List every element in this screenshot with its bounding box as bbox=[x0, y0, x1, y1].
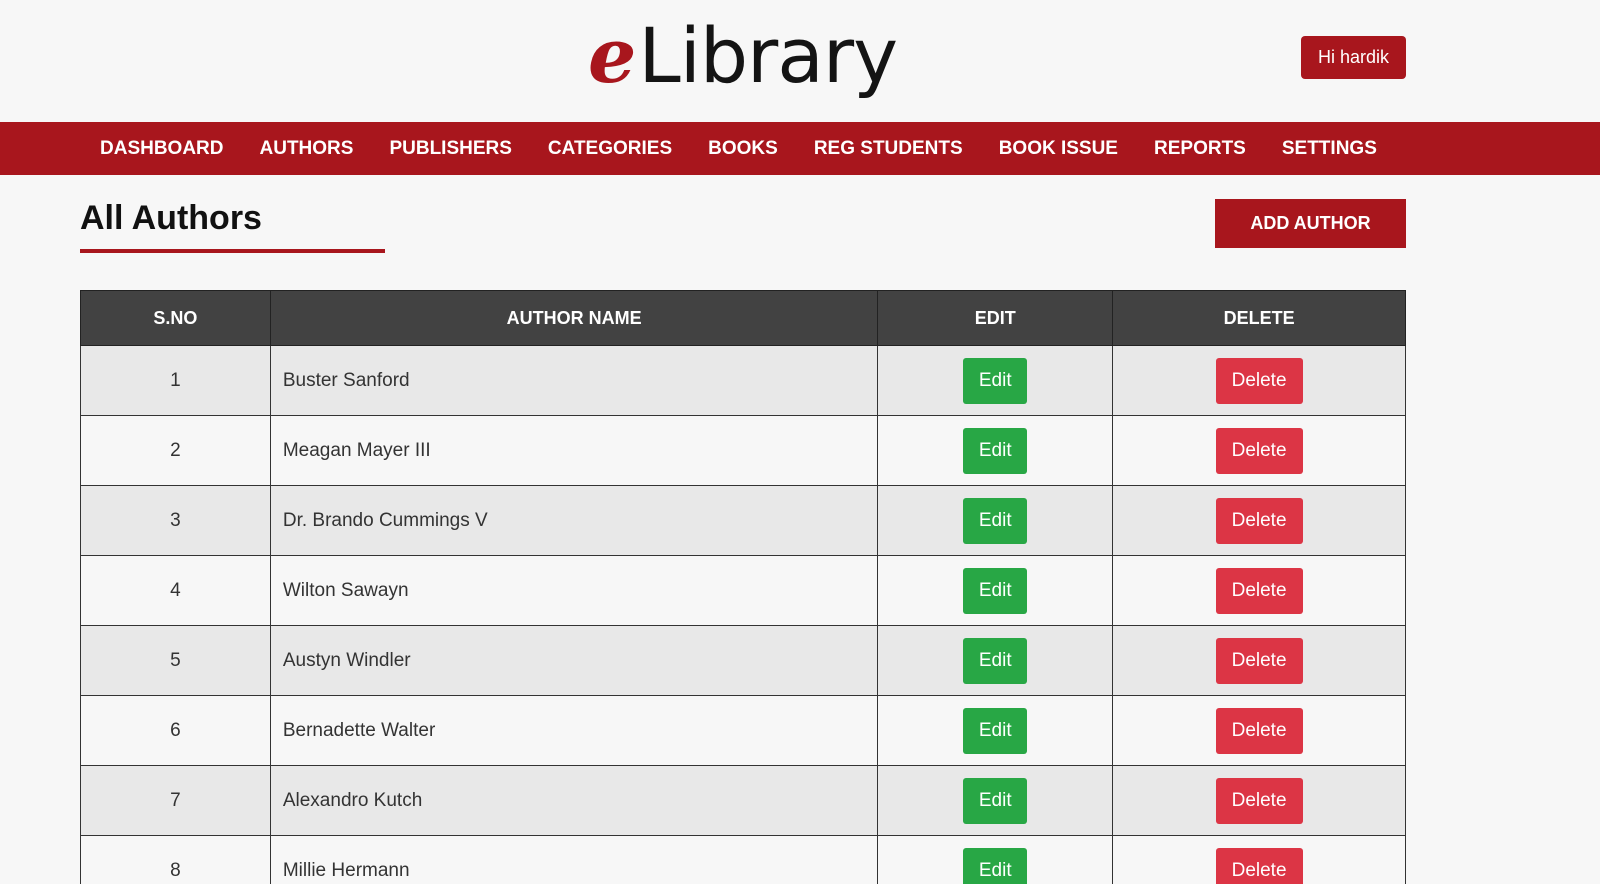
row-author-name: Dr. Brando Cummings V bbox=[269, 485, 879, 556]
edit-cell: Edit bbox=[877, 765, 1114, 836]
edit-cell: Edit bbox=[877, 345, 1114, 416]
row-sno: 1 bbox=[80, 345, 271, 416]
delete-button[interactable]: Delete bbox=[1215, 637, 1303, 684]
row-sno: 2 bbox=[80, 415, 271, 486]
row-author-name: Meagan Mayer III bbox=[269, 415, 879, 486]
table-row: 3 Dr. Brando Cummings V Edit Delete bbox=[80, 485, 1406, 556]
row-author-name: Wilton Sawayn bbox=[269, 555, 879, 626]
nav-item-book-issue[interactable]: BOOK ISSUE bbox=[981, 122, 1136, 175]
column-header-edit: EDIT bbox=[877, 290, 1114, 346]
delete-cell: Delete bbox=[1112, 415, 1406, 486]
row-sno: 8 bbox=[80, 835, 271, 884]
nav-item-dashboard[interactable]: DASHBOARD bbox=[82, 122, 242, 175]
edit-cell: Edit bbox=[877, 415, 1114, 486]
table-row: 7 Alexandro Kutch Edit Delete bbox=[80, 765, 1406, 836]
site-header: e Library Hi hardik bbox=[0, 0, 1600, 122]
nav-item-settings[interactable]: SETTINGS bbox=[1264, 122, 1395, 175]
delete-cell: Delete bbox=[1112, 695, 1406, 766]
main-content: All Authors ADD AUTHOR S.NO AUTHOR NAME … bbox=[0, 175, 1600, 884]
edit-button[interactable]: Edit bbox=[963, 777, 1028, 824]
table-header-row: S.NO AUTHOR NAME EDIT DELETE bbox=[80, 290, 1406, 346]
title-underline bbox=[80, 249, 385, 253]
table-row: 8 Millie Hermann Edit Delete bbox=[80, 835, 1406, 884]
column-header-delete: DELETE bbox=[1112, 290, 1406, 346]
row-author-name: Bernadette Walter bbox=[269, 695, 879, 766]
nav-item-reports[interactable]: REPORTS bbox=[1136, 122, 1264, 175]
row-author-name: Millie Hermann bbox=[269, 835, 879, 884]
edit-cell: Edit bbox=[877, 485, 1114, 556]
delete-cell: Delete bbox=[1112, 485, 1406, 556]
row-sno: 6 bbox=[80, 695, 271, 766]
column-header-sno: S.NO bbox=[80, 290, 271, 346]
user-menu-button[interactable]: Hi hardik bbox=[1301, 36, 1406, 79]
edit-button[interactable]: Edit bbox=[963, 707, 1028, 754]
delete-button[interactable]: Delete bbox=[1215, 707, 1303, 754]
authors-table: S.NO AUTHOR NAME EDIT DELETE 1 Buster Sa… bbox=[80, 290, 1406, 884]
row-sno: 7 bbox=[80, 765, 271, 836]
edit-button[interactable]: Edit bbox=[963, 637, 1028, 684]
elibrary-logo[interactable]: e Library bbox=[588, 6, 898, 106]
add-author-button[interactable]: ADD AUTHOR bbox=[1215, 199, 1406, 248]
row-sno: 4 bbox=[80, 555, 271, 626]
delete-button[interactable]: Delete bbox=[1215, 567, 1303, 614]
nav-item-authors[interactable]: AUTHORS bbox=[242, 122, 372, 175]
row-sno: 5 bbox=[80, 625, 271, 696]
edit-button[interactable]: Edit bbox=[963, 497, 1028, 544]
delete-cell: Delete bbox=[1112, 345, 1406, 416]
nav-item-books[interactable]: BOOKS bbox=[690, 122, 796, 175]
table-row: 5 Austyn Windler Edit Delete bbox=[80, 625, 1406, 696]
edit-button[interactable]: Edit bbox=[963, 847, 1028, 884]
delete-cell: Delete bbox=[1112, 835, 1406, 884]
logo-text: Library bbox=[638, 11, 898, 100]
delete-button[interactable]: Delete bbox=[1215, 357, 1303, 404]
delete-button[interactable]: Delete bbox=[1215, 427, 1303, 474]
delete-button[interactable]: Delete bbox=[1215, 847, 1303, 884]
row-sno: 3 bbox=[80, 485, 271, 556]
table-row: 1 Buster Sanford Edit Delete bbox=[80, 345, 1406, 416]
nav-item-publishers[interactable]: PUBLISHERS bbox=[371, 122, 529, 175]
row-author-name: Alexandro Kutch bbox=[269, 765, 879, 836]
edit-button[interactable]: Edit bbox=[963, 357, 1028, 404]
delete-button[interactable]: Delete bbox=[1215, 777, 1303, 824]
delete-cell: Delete bbox=[1112, 625, 1406, 696]
edit-cell: Edit bbox=[877, 555, 1114, 626]
edit-cell: Edit bbox=[877, 695, 1114, 766]
logo-prefix: e bbox=[588, 11, 637, 100]
delete-cell: Delete bbox=[1112, 765, 1406, 836]
column-header-author-name: AUTHOR NAME bbox=[269, 290, 879, 346]
nav-item-reg-students[interactable]: REG STUDENTS bbox=[796, 122, 981, 175]
nav-item-categories[interactable]: CATEGORIES bbox=[530, 122, 690, 175]
edit-cell: Edit bbox=[877, 835, 1114, 884]
main-nav: DASHBOARD AUTHORS PUBLISHERS CATEGORIES … bbox=[0, 122, 1600, 175]
delete-cell: Delete bbox=[1112, 555, 1406, 626]
delete-button[interactable]: Delete bbox=[1215, 497, 1303, 544]
table-row: 2 Meagan Mayer III Edit Delete bbox=[80, 415, 1406, 486]
edit-button[interactable]: Edit bbox=[963, 567, 1028, 614]
page-title: All Authors bbox=[80, 199, 262, 237]
edit-cell: Edit bbox=[877, 625, 1114, 696]
table-row: 6 Bernadette Walter Edit Delete bbox=[80, 695, 1406, 766]
row-author-name: Buster Sanford bbox=[269, 345, 879, 416]
table-row: 4 Wilton Sawayn Edit Delete bbox=[80, 555, 1406, 626]
row-author-name: Austyn Windler bbox=[269, 625, 879, 696]
edit-button[interactable]: Edit bbox=[963, 427, 1028, 474]
